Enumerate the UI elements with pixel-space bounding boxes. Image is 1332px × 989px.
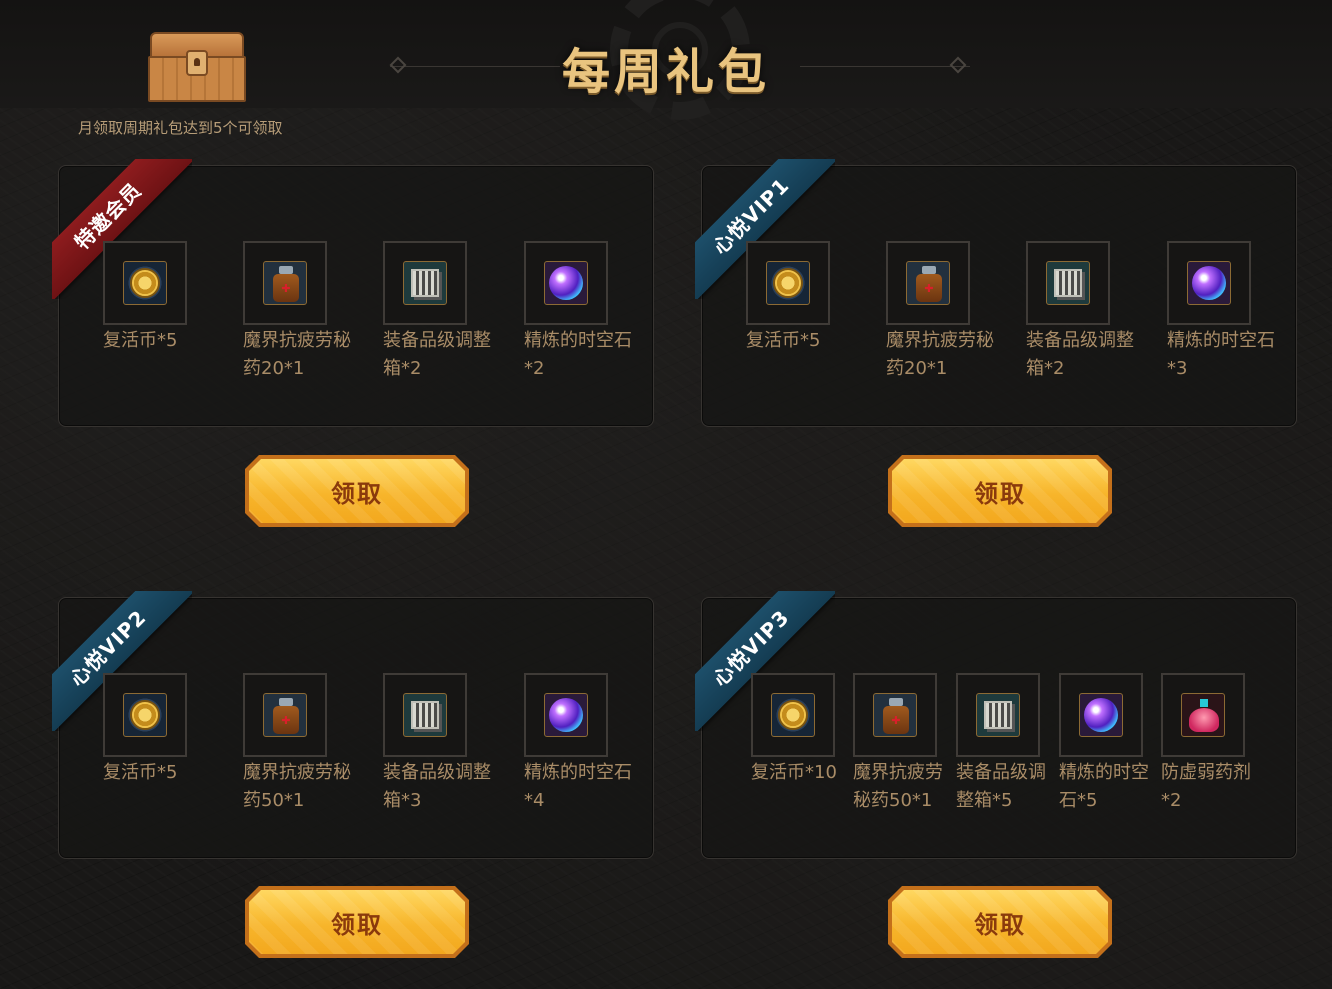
orb-icon [544,693,588,737]
item-label: 魔界抗疲劳秘药50*1 [853,762,943,811]
item-slot[interactable] [956,673,1040,757]
item-slot[interactable] [243,673,327,757]
item-label: 复活币*5 [746,330,821,351]
item-slot[interactable] [524,673,608,757]
item-slot[interactable] [746,241,830,325]
item-label: 精炼的时空石*2 [524,330,632,379]
gift-panel-vip1: 心悦VIP1 复活币*5 魔界抗疲劳秘药20*1 装备品级调整箱*2 精炼的时空… [695,159,1297,427]
item-label: 防虚弱药剂*2 [1161,762,1251,811]
item-slot[interactable] [886,241,970,325]
orb-icon [1079,693,1123,737]
item-slot[interactable] [751,673,835,757]
orb-icon [544,261,588,305]
reward-item: 魔界抗疲劳秘药50*1 [243,673,355,815]
coin-icon [766,261,810,305]
reward-item: 装备品级调整箱*2 [383,241,495,383]
claim-button-label: 领取 [892,459,1108,523]
item-slot[interactable] [1059,673,1143,757]
lock-icon [186,50,208,76]
coin-icon [123,693,167,737]
reward-item: 精炼的时空石*3 [1167,241,1279,383]
claim-button-label: 领取 [249,459,465,523]
claim-button-label: 领取 [892,890,1108,954]
gift-panel-vip3: 心悦VIP3 复活币*10 魔界抗疲劳秘药50*1 装备品级调整箱*5 精炼的时… [695,591,1297,859]
flask-icon [1181,693,1225,737]
item-label: 复活币*5 [103,762,178,783]
item-label: 装备品级调整箱*3 [383,762,491,811]
reward-item: 复活币*10 [751,673,847,787]
reward-item: 复活币*5 [103,241,215,355]
reward-item: 魔界抗疲劳秘药20*1 [243,241,355,383]
reward-item: 复活币*5 [103,673,215,787]
item-slot[interactable] [1161,673,1245,757]
claim-button[interactable]: 领取 [888,886,1112,958]
item-slot[interactable] [103,241,187,325]
item-slot[interactable] [524,241,608,325]
potion-icon [873,693,917,737]
reward-item: 魔界抗疲劳秘药20*1 [886,241,998,383]
reward-item: 防虚弱药剂*2 [1161,673,1257,815]
item-label: 装备品级调整箱*5 [956,762,1046,811]
reward-item: 装备品级调整箱*3 [383,673,495,815]
item-slot[interactable] [853,673,937,757]
claim-button[interactable]: 领取 [245,886,469,958]
reward-item: 精炼的时空石*5 [1059,673,1155,815]
gift-panel-invited-member: 特邀会员 复活币*5 魔界抗疲劳秘药20*1 装备品级调整箱*2 精炼的时空石*… [52,159,654,427]
item-label: 精炼的时空石*3 [1167,330,1275,379]
item-label: 装备品级调整箱*2 [383,330,491,379]
potion-icon [906,261,950,305]
item-slot[interactable] [383,241,467,325]
orb-icon [1187,261,1231,305]
item-label: 魔界抗疲劳秘药50*1 [243,762,351,811]
coin-icon [771,693,815,737]
coin-icon [123,261,167,305]
claim-button[interactable]: 领取 [888,455,1112,527]
reward-item: 复活币*5 [746,241,858,355]
treasure-chest-icon[interactable] [148,32,246,104]
item-label: 精炼的时空石*4 [524,762,632,811]
item-slot[interactable] [103,673,187,757]
box-icon [976,693,1020,737]
item-label: 装备品级调整箱*2 [1026,330,1134,379]
item-slot[interactable] [1167,241,1251,325]
reward-item: 精炼的时空石*4 [524,673,636,815]
reward-item: 装备品级调整箱*5 [956,673,1052,815]
gift-panel-vip2: 心悦VIP2 复活币*5 魔界抗疲劳秘药50*1 装备品级调整箱*3 精炼的时空… [52,591,654,859]
item-label: 复活币*5 [103,330,178,351]
item-label: 复活币*10 [751,762,837,783]
box-icon [403,693,447,737]
item-label: 精炼的时空石*5 [1059,762,1149,811]
box-icon [403,261,447,305]
reward-item: 魔界抗疲劳秘药50*1 [853,673,949,815]
reward-item: 精炼的时空石*2 [524,241,636,383]
box-icon [1046,261,1090,305]
item-label: 魔界抗疲劳秘药20*1 [886,330,994,379]
item-slot[interactable] [243,241,327,325]
claim-button-label: 领取 [249,890,465,954]
reward-item: 装备品级调整箱*2 [1026,241,1138,383]
item-slot[interactable] [1026,241,1110,325]
item-slot[interactable] [383,673,467,757]
claim-button[interactable]: 领取 [245,455,469,527]
potion-icon [263,261,307,305]
potion-icon [263,693,307,737]
chest-requirement-note: 月领取周期礼包达到5个可领取 [78,119,283,137]
item-label: 魔界抗疲劳秘药20*1 [243,330,351,379]
